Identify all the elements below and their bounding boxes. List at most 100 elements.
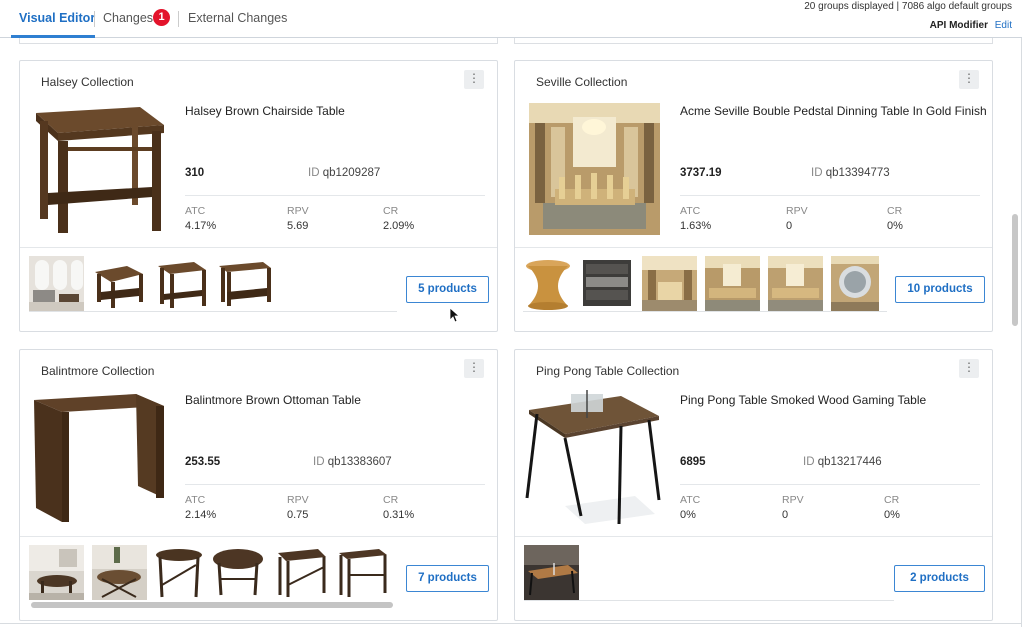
view-products-button[interactable]: 7 products — [406, 565, 489, 592]
product-name: Balintmore Brown Ottoman Table — [185, 393, 361, 407]
product-thumbnail[interactable] — [29, 256, 84, 311]
product-thumbnail[interactable] — [831, 256, 879, 311]
card-divider — [515, 536, 992, 537]
rpv-label: RPV — [782, 494, 804, 506]
thumbnail-track — [524, 600, 894, 601]
atc-label: ATC — [185, 494, 206, 506]
collection-title: Halsey Collection — [41, 75, 134, 89]
rpv-value: 0 — [786, 220, 793, 232]
rpv-value: 5.69 — [287, 220, 309, 232]
product-thumbnail[interactable] — [705, 256, 760, 311]
rpv-value: 0.75 — [287, 509, 309, 521]
collection-title: Balintmore Collection — [41, 364, 155, 378]
atc-label: ATC — [680, 205, 701, 217]
id-value: qb13383607 — [327, 456, 392, 468]
tab-visual-editor[interactable]: Visual Editor — [19, 11, 95, 25]
card-divider — [20, 536, 497, 537]
product-thumbnail[interactable] — [768, 256, 823, 311]
rpv-label: RPV — [786, 205, 808, 217]
more-options-icon[interactable]: ⋮ — [464, 359, 484, 378]
product-price: 253.55 — [185, 456, 221, 468]
collection-title: Ping Pong Table Collection — [536, 364, 680, 378]
product-price: 310 — [185, 167, 205, 179]
rpv-label: RPV — [287, 205, 309, 217]
id-value: qb13217446 — [817, 456, 882, 468]
cr-label: CR — [383, 494, 399, 506]
top-bar: Visual Editor Changes 1 External Changes… — [0, 0, 1022, 38]
product-thumbnail[interactable] — [29, 545, 84, 600]
product-image — [34, 394, 164, 522]
viewport-border — [0, 623, 1022, 624]
id-value: qb13394773 — [825, 167, 890, 179]
product-name: Halsey Brown Chairside Table — [185, 104, 345, 118]
tab-separator — [94, 11, 95, 27]
product-thumbnail[interactable] — [579, 256, 634, 311]
tab-changes[interactable]: Changes — [103, 11, 153, 25]
atc-label: ATC — [185, 205, 206, 217]
tab-external-changes[interactable]: External Changes — [188, 11, 287, 25]
id-label: ID — [803, 456, 815, 468]
api-modifier-row: API Modifier Edit — [930, 20, 1012, 31]
id-value: qb1209287 — [322, 167, 381, 179]
more-options-icon[interactable]: ⋮ — [959, 359, 979, 378]
metrics-divider — [680, 484, 980, 485]
cr-value: 2.09% — [383, 220, 415, 232]
thumbnail-scrollbar[interactable] — [31, 602, 393, 608]
id-label: ID — [308, 167, 320, 179]
metrics-divider — [185, 484, 485, 485]
product-image — [529, 103, 660, 235]
api-modifier-label: API Modifier — [929, 20, 988, 31]
edit-link[interactable]: Edit — [995, 20, 1012, 31]
view-products-button[interactable]: 5 products — [406, 276, 489, 303]
metrics-divider — [185, 195, 485, 196]
product-id: ID qb1209287 — [308, 167, 380, 179]
more-options-icon[interactable]: ⋮ — [959, 70, 979, 89]
product-thumbnail[interactable] — [523, 256, 573, 311]
tab-separator — [178, 11, 179, 27]
product-thumbnail[interactable] — [154, 256, 209, 311]
cr-value: 0% — [884, 509, 900, 521]
product-thumbnail[interactable] — [211, 545, 266, 600]
more-options-icon[interactable]: ⋮ — [464, 70, 484, 89]
cr-label: CR — [383, 205, 399, 217]
product-thumbnail[interactable] — [92, 545, 147, 600]
view-products-button[interactable]: 2 products — [894, 565, 985, 592]
cr-label: CR — [887, 205, 903, 217]
product-thumbnail[interactable] — [642, 256, 697, 311]
mouse-cursor-icon — [449, 307, 461, 323]
rpv-label: RPV — [287, 494, 309, 506]
product-thumbnail[interactable] — [217, 256, 272, 311]
metrics-divider — [680, 195, 980, 196]
product-thumbnail[interactable] — [337, 545, 389, 600]
groups-info: 20 groups displayed | 7086 algo default … — [804, 1, 1012, 12]
product-image — [525, 390, 661, 525]
product-id: ID qb13394773 — [811, 167, 890, 179]
product-thumbnail[interactable] — [154, 545, 204, 600]
thumbnail-track — [523, 311, 887, 312]
collection-card: Balintmore Collection ⋮ Balintmore Brown… — [19, 349, 498, 621]
id-label: ID — [313, 456, 325, 468]
product-thumbnail[interactable] — [524, 545, 579, 600]
product-thumbnail[interactable] — [91, 256, 146, 311]
product-id: ID qb13217446 — [803, 456, 882, 468]
atc-label: ATC — [680, 494, 701, 506]
rpv-value: 0 — [782, 509, 789, 521]
cr-value: 0% — [887, 220, 903, 232]
cr-value: 0.31% — [383, 509, 415, 521]
atc-value: 2.14% — [185, 509, 217, 521]
thumbnail-track — [29, 311, 397, 312]
product-image — [36, 107, 164, 233]
collection-title: Seville Collection — [536, 75, 628, 89]
product-thumbnail[interactable] — [274, 545, 329, 600]
view-products-button[interactable]: 10 products — [895, 276, 985, 303]
atc-value: 0% — [680, 509, 696, 521]
id-label: ID — [811, 167, 823, 179]
collection-card: Ping Pong Table Collection ⋮ Ping Pong T… — [514, 349, 993, 621]
product-price: 6895 — [680, 456, 706, 468]
collection-card: Halsey Collection ⋮ Halsey Brown Chairsi… — [19, 60, 498, 332]
viewport-border — [1021, 38, 1022, 627]
product-id: ID qb13383607 — [313, 456, 392, 468]
card-divider — [515, 247, 992, 248]
page-scrollbar[interactable] — [1012, 214, 1018, 326]
cr-label: CR — [884, 494, 900, 506]
